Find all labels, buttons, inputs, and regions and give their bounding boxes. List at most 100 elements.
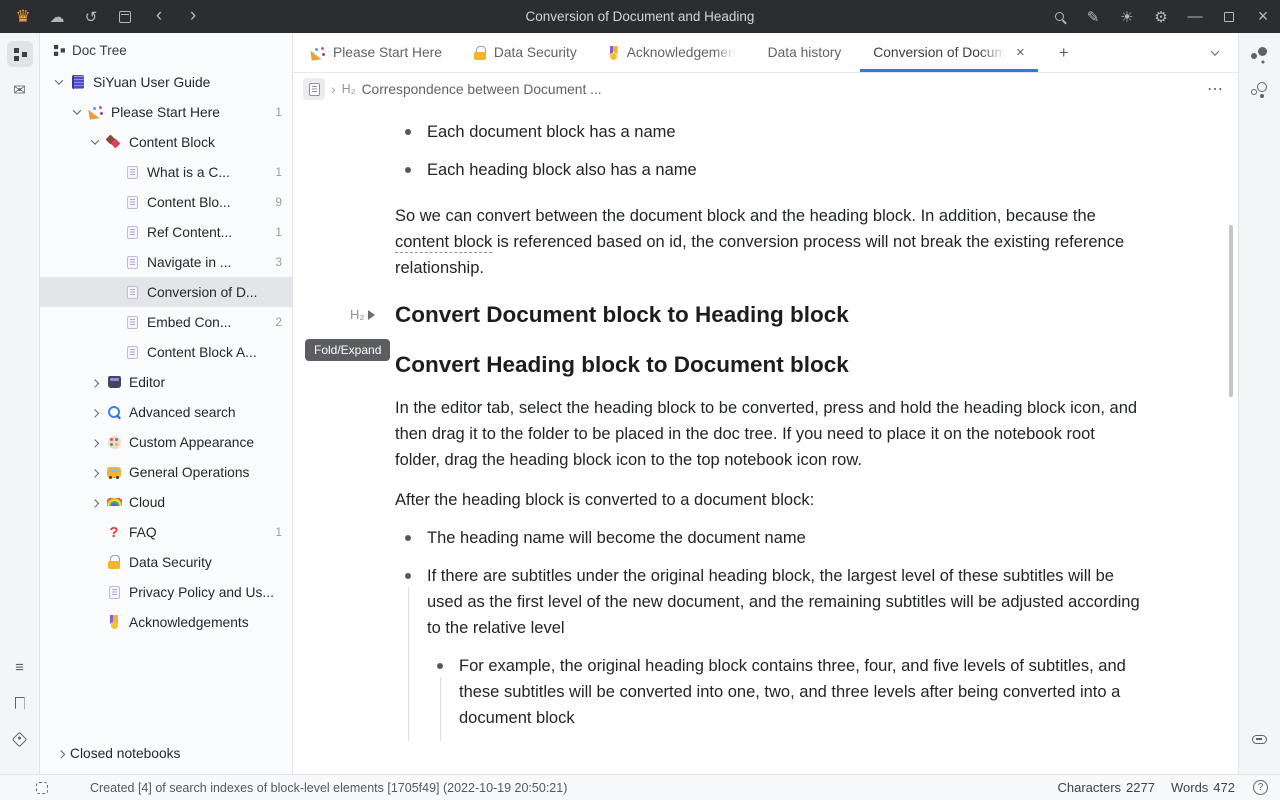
graph-view-icon[interactable] <box>1247 41 1273 67</box>
list-item[interactable]: For example, the original heading block … <box>427 653 1142 731</box>
heading-level-tag: H₂ <box>342 82 356 96</box>
search-icon[interactable] <box>1042 0 1076 33</box>
tree-item-custom-appearance[interactable]: Custom Appearance <box>40 427 292 457</box>
document-editor[interactable]: Each document block has a name Each head… <box>293 105 1238 774</box>
selection-icon[interactable] <box>36 782 48 794</box>
tree-item-faq[interactable]: ?FAQ1 <box>40 517 292 547</box>
workspace-icon[interactable]: ♛ <box>6 0 40 33</box>
tag-icon[interactable] <box>7 726 33 752</box>
notebook-icon <box>72 75 84 89</box>
chevron-down-icon[interactable] <box>68 109 86 115</box>
bus-icon <box>107 467 121 478</box>
tree-item-content-block[interactable]: Content Block <box>40 127 292 157</box>
tree-item-navigate-in[interactable]: Navigate in ...3 <box>40 247 292 277</box>
bookmark-icon[interactable] <box>7 690 33 716</box>
tab-list-dropdown[interactable] <box>1192 33 1238 72</box>
fold-toggle-icon[interactable] <box>368 310 375 320</box>
settings-icon[interactable]: ⚙ <box>1144 0 1178 33</box>
tab-bar: Please Start Here Data Security Acknowle… <box>293 33 1238 73</box>
back-icon[interactable]: ‹ <box>142 0 176 32</box>
list-item[interactable]: If there are subtitles under the origina… <box>395 563 1142 731</box>
magnifier-glyph <box>1055 12 1064 21</box>
outline-icon[interactable]: ≡ <box>7 654 33 680</box>
close-button[interactable]: × <box>1246 0 1280 33</box>
chevron-down-icon[interactable] <box>50 79 68 85</box>
chevron-down-icon[interactable] <box>86 139 104 145</box>
list-item[interactable]: Each heading block also has a name <box>395 157 1142 183</box>
closed-notebooks-toggle[interactable]: Closed notebooks <box>40 736 292 770</box>
chevron-right-icon[interactable] <box>86 469 104 475</box>
theme-icon[interactable]: ☀ <box>1110 0 1144 33</box>
breadcrumb-separator: › <box>331 81 336 97</box>
edit-mode-icon[interactable]: ✎ <box>1076 0 1110 33</box>
tree-item-privacy-policy[interactable]: Privacy Policy and Us... <box>40 577 292 607</box>
help-icon[interactable]: ? <box>1253 780 1268 795</box>
doc-tree-icon <box>53 44 65 56</box>
chevron-right-icon[interactable] <box>86 379 104 385</box>
heading-convert-document-to-heading[interactable]: Convert Document block to Heading block <box>395 299 1142 331</box>
tree-item-please-start-here[interactable]: Please Start Here1 <box>40 97 292 127</box>
global-graph-icon[interactable] <box>1247 77 1273 103</box>
heading-convert-heading-to-document[interactable]: Convert Heading block to Document block <box>395 349 1142 381</box>
tab-please-start-here[interactable]: Please Start Here <box>295 33 458 72</box>
tree-item-cloud[interactable]: Cloud <box>40 487 292 517</box>
tab-conversion-of-document[interactable]: Conversion of Docum× <box>857 33 1040 72</box>
forward-icon[interactable]: › <box>176 0 210 32</box>
tree-item-content-block-attributes[interactable]: Content Block A... <box>40 337 292 367</box>
chevron-right-icon[interactable] <box>86 499 104 505</box>
document-icon <box>127 166 138 179</box>
tab-acknowledgements[interactable]: Acknowledgemen <box>593 33 752 72</box>
party-popper-icon <box>311 46 325 60</box>
tree-item-data-security[interactable]: Data Security <box>40 547 292 577</box>
paragraph[interactable]: In the editor tab, select the heading bl… <box>395 395 1142 473</box>
palette-icon <box>108 436 121 449</box>
tab-data-security[interactable]: Data Security <box>458 33 593 72</box>
tree-item-content-block-types[interactable]: Content Blo...9 <box>40 187 292 217</box>
link-glyph <box>1252 735 1267 744</box>
block-reference-link[interactable]: content block <box>395 233 492 253</box>
paragraph[interactable]: After the heading block is converted to … <box>395 487 1142 513</box>
blocks-icon <box>107 135 121 149</box>
list-item[interactable]: Each document block has a name <box>395 119 1142 145</box>
breadcrumb-doc-button[interactable] <box>303 78 325 100</box>
tree-item-ref-content-block[interactable]: Ref Content...1 <box>40 217 292 247</box>
tab-data-history[interactable]: Data history <box>752 33 858 72</box>
more-options-icon[interactable]: ⋯ <box>1207 79 1224 99</box>
breadcrumb: › H₂ Correspondence between Document ...… <box>293 73 1238 105</box>
tree-item-embed-content[interactable]: Embed Con...2 <box>40 307 292 337</box>
tree-item-what-is-a-content-block[interactable]: What is a C...1 <box>40 157 292 187</box>
add-tab-button[interactable]: + <box>1041 33 1087 72</box>
inbox-icon[interactable]: ✉ <box>7 77 33 103</box>
tree-item-advanced-search[interactable]: Advanced search <box>40 397 292 427</box>
tree-item-acknowledgements[interactable]: Acknowledgements <box>40 607 292 637</box>
backlinks-icon[interactable] <box>1247 726 1273 752</box>
character-count: Characters2277 <box>1057 780 1155 795</box>
doc-tree-dock-icon[interactable] <box>7 41 33 67</box>
tree-item-conversion-of-document[interactable]: Conversion of D... <box>40 277 292 307</box>
breadcrumb-heading-title[interactable]: Correspondence between Document ... <box>362 82 602 97</box>
tree-item-editor[interactable]: Editor <box>40 367 292 397</box>
history-icon[interactable]: ↺ <box>74 0 108 33</box>
scrollbar-thumb[interactable] <box>1229 225 1233 397</box>
close-tab-icon[interactable]: × <box>1016 44 1025 61</box>
cloud-sync-icon[interactable]: ☁ <box>40 0 74 33</box>
chevron-right-icon[interactable] <box>86 409 104 415</box>
lock-icon <box>108 555 120 569</box>
tree-item-general-operations[interactable]: General Operations <box>40 457 292 487</box>
document-icon <box>109 586 120 599</box>
daily-note-icon[interactable] <box>108 0 142 33</box>
maximize-button[interactable] <box>1212 0 1246 33</box>
list-item[interactable]: The heading name will become the documen… <box>395 525 1142 551</box>
paragraph[interactable]: So we can convert between the document b… <box>395 203 1142 281</box>
tag-glyph <box>12 731 28 747</box>
doc-tree-header: Doc Tree <box>40 33 292 67</box>
fold-expand-tooltip: Fold/Expand <box>305 339 390 361</box>
chevron-right-icon[interactable] <box>86 439 104 445</box>
minimize-button[interactable]: — <box>1178 0 1212 33</box>
graph-outline-glyph <box>1251 82 1268 98</box>
magnifier-icon <box>108 406 121 419</box>
tree-item-siyuan-user-guide[interactable]: SiYuan User Guide <box>40 67 292 97</box>
flow-glyph <box>13 47 27 61</box>
maximize-glyph <box>1224 12 1234 22</box>
lock-icon <box>474 46 486 60</box>
